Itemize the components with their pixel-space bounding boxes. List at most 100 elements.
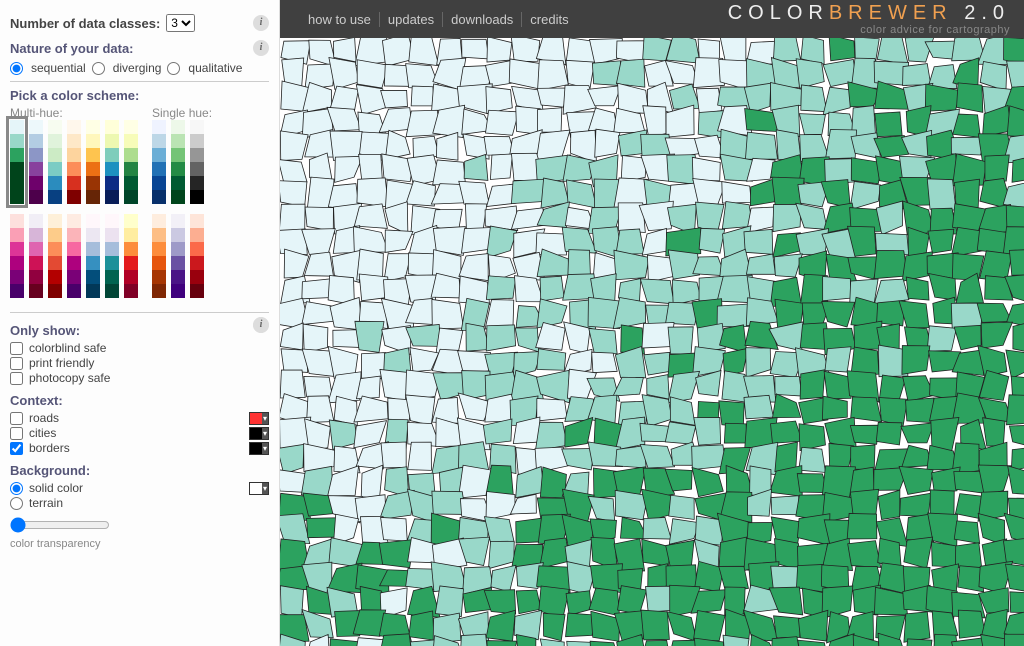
multi-hue-label: Multi-hue: <box>10 106 138 120</box>
county-polygon <box>1010 592 1024 613</box>
nav-howto[interactable]: how to use <box>300 12 380 27</box>
color-ramp[interactable] <box>67 214 81 298</box>
county-polygon <box>646 586 674 612</box>
info-icon[interactable]: i <box>253 15 269 31</box>
transparency-slider[interactable] <box>10 517 110 533</box>
county-polygon <box>307 518 337 538</box>
context-option[interactable]: roads▾ <box>10 411 269 425</box>
county-polygon <box>773 204 801 231</box>
county-polygon <box>928 229 954 253</box>
county-polygon <box>537 88 566 107</box>
county-polygon <box>335 156 363 182</box>
county-polygon <box>486 226 516 258</box>
county-polygon <box>796 59 824 88</box>
county-polygon <box>280 323 303 350</box>
color-ramp[interactable] <box>190 214 204 298</box>
county-polygon <box>669 495 695 519</box>
context-option[interactable]: borders▾ <box>10 441 269 455</box>
nav-downloads[interactable]: downloads <box>443 12 522 27</box>
color-ramp[interactable] <box>171 120 185 204</box>
county-polygon <box>354 638 385 646</box>
county-polygon <box>670 397 695 425</box>
county-polygon <box>899 466 933 494</box>
nav-credits[interactable]: credits <box>522 12 576 27</box>
scheme-picker: Multi-hue: Single hue: <box>10 106 269 308</box>
context-option[interactable]: cities▾ <box>10 426 269 440</box>
color-ramp[interactable] <box>124 214 138 298</box>
county-polygon <box>537 108 561 132</box>
county-polygon <box>801 85 827 112</box>
county-polygon <box>1008 466 1024 495</box>
color-ramp[interactable] <box>105 120 119 204</box>
county-polygon <box>954 325 981 349</box>
info-icon[interactable]: i <box>253 40 269 56</box>
county-polygon <box>771 637 800 646</box>
filter-checkbox[interactable]: colorblind safe <box>10 341 269 355</box>
nature-option[interactable]: sequential <box>10 61 86 75</box>
county-polygon <box>615 347 645 378</box>
county-polygon <box>381 90 408 108</box>
county-polygon <box>821 180 850 208</box>
filter-checkbox[interactable]: print friendly <box>10 356 269 370</box>
county-polygon <box>955 543 981 569</box>
county-polygon <box>330 639 358 646</box>
color-ramp[interactable] <box>152 120 166 204</box>
color-ramp[interactable] <box>124 120 138 204</box>
color-ramp[interactable] <box>105 214 119 298</box>
county-polygon <box>699 228 725 253</box>
county-polygon <box>774 254 802 277</box>
background-option[interactable]: solid color▾ <box>10 481 269 495</box>
color-ramp[interactable] <box>67 120 81 204</box>
nav-updates[interactable]: updates <box>380 12 443 27</box>
county-polygon <box>540 467 566 498</box>
color-ramp[interactable] <box>152 214 166 298</box>
color-ramp[interactable] <box>29 214 43 298</box>
county-polygon <box>906 277 929 300</box>
county-polygon <box>566 591 591 615</box>
color-ramp[interactable] <box>10 120 24 204</box>
nature-option[interactable]: qualitative <box>167 61 242 75</box>
county-polygon <box>905 639 932 646</box>
county-polygon <box>1009 249 1024 275</box>
county-polygon <box>693 610 725 640</box>
color-ramp[interactable] <box>48 120 62 204</box>
info-icon[interactable]: i <box>253 317 269 333</box>
county-polygon <box>775 376 802 396</box>
num-classes-select[interactable]: 3 <box>166 14 195 32</box>
color-ramp[interactable] <box>86 214 100 298</box>
county-polygon <box>353 227 388 253</box>
county-polygon <box>665 422 695 444</box>
county-polygon <box>667 612 697 642</box>
county-polygon <box>644 352 670 375</box>
background-option[interactable]: terrain <box>10 496 269 510</box>
county-polygon <box>902 346 930 375</box>
color-ramp[interactable] <box>48 214 62 298</box>
single-hue-label: Single hue: <box>152 106 212 120</box>
county-polygon <box>771 421 803 443</box>
county-polygon <box>356 376 380 399</box>
county-polygon <box>796 229 828 255</box>
county-polygon <box>280 131 308 161</box>
county-polygon <box>357 178 389 207</box>
county-polygon <box>642 228 666 255</box>
county-polygon <box>589 329 617 354</box>
county-polygon <box>799 114 825 135</box>
color-ramp[interactable] <box>190 120 204 204</box>
nature-option[interactable]: diverging <box>92 61 162 75</box>
county-polygon <box>511 38 540 62</box>
filter-checkbox[interactable]: photocopy safe <box>10 371 269 385</box>
color-ramp[interactable] <box>86 120 100 204</box>
county-polygon <box>823 277 851 301</box>
color-ramp[interactable] <box>171 214 185 298</box>
county-polygon <box>668 250 699 279</box>
county-polygon <box>588 496 615 521</box>
county-polygon <box>411 86 434 106</box>
county-polygon <box>977 303 1012 322</box>
county-polygon <box>304 376 333 397</box>
county-polygon <box>385 230 413 252</box>
color-ramp[interactable] <box>29 120 43 204</box>
county-polygon <box>900 493 931 516</box>
color-ramp[interactable] <box>10 214 24 298</box>
county-polygon <box>590 641 619 646</box>
county-polygon <box>744 229 773 254</box>
